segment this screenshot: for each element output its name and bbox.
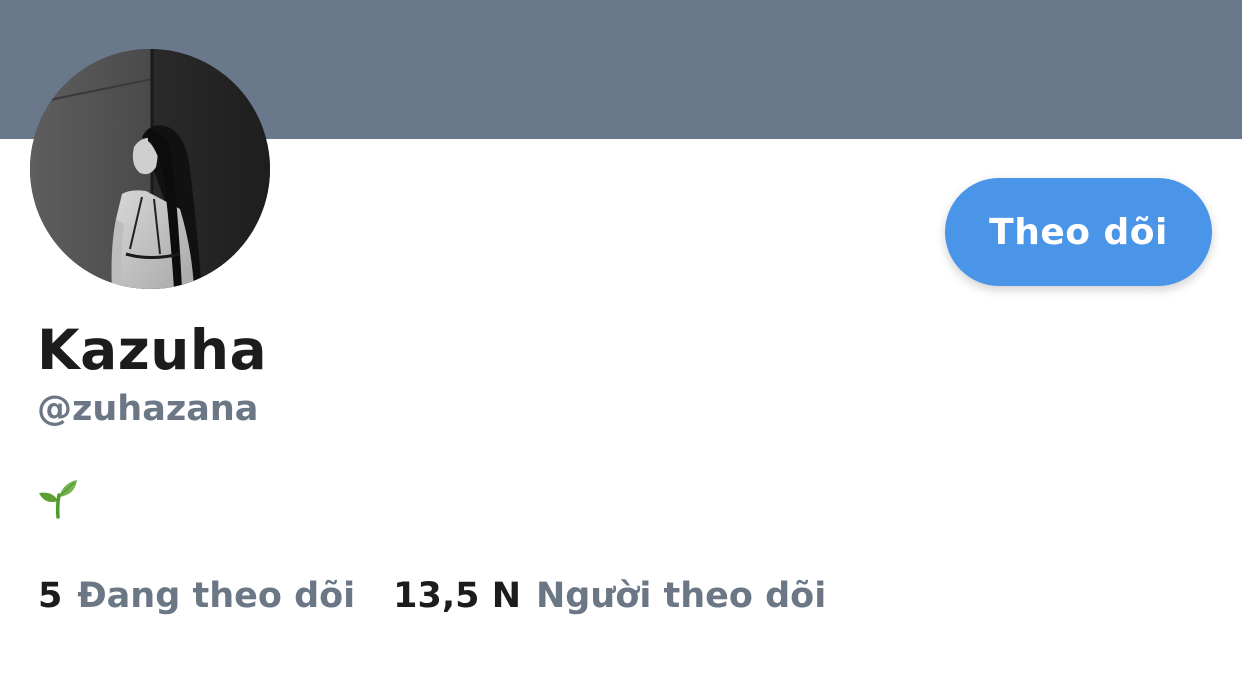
profile-handle[interactable]: @zuhazana xyxy=(37,389,258,429)
profile-avatar[interactable] xyxy=(30,49,270,289)
follow-button[interactable]: Theo dõi xyxy=(945,178,1212,286)
profile-stats: 5 Đang theo dõi 13,5 N Người theo dõi xyxy=(38,576,826,616)
followers-link[interactable]: 13,5 N Người theo dõi xyxy=(393,576,826,616)
seedling-icon xyxy=(39,480,77,519)
followers-count: 13,5 N xyxy=(393,576,522,616)
following-link[interactable]: 5 Đang theo dõi xyxy=(38,576,355,616)
followers-label: Người theo dõi xyxy=(536,576,827,616)
profile-display-name: Kazuha xyxy=(37,318,268,382)
following-count: 5 xyxy=(38,576,63,616)
avatar-photo xyxy=(30,49,270,289)
following-label: Đang theo dõi xyxy=(77,576,356,616)
profile-bio xyxy=(37,477,79,519)
